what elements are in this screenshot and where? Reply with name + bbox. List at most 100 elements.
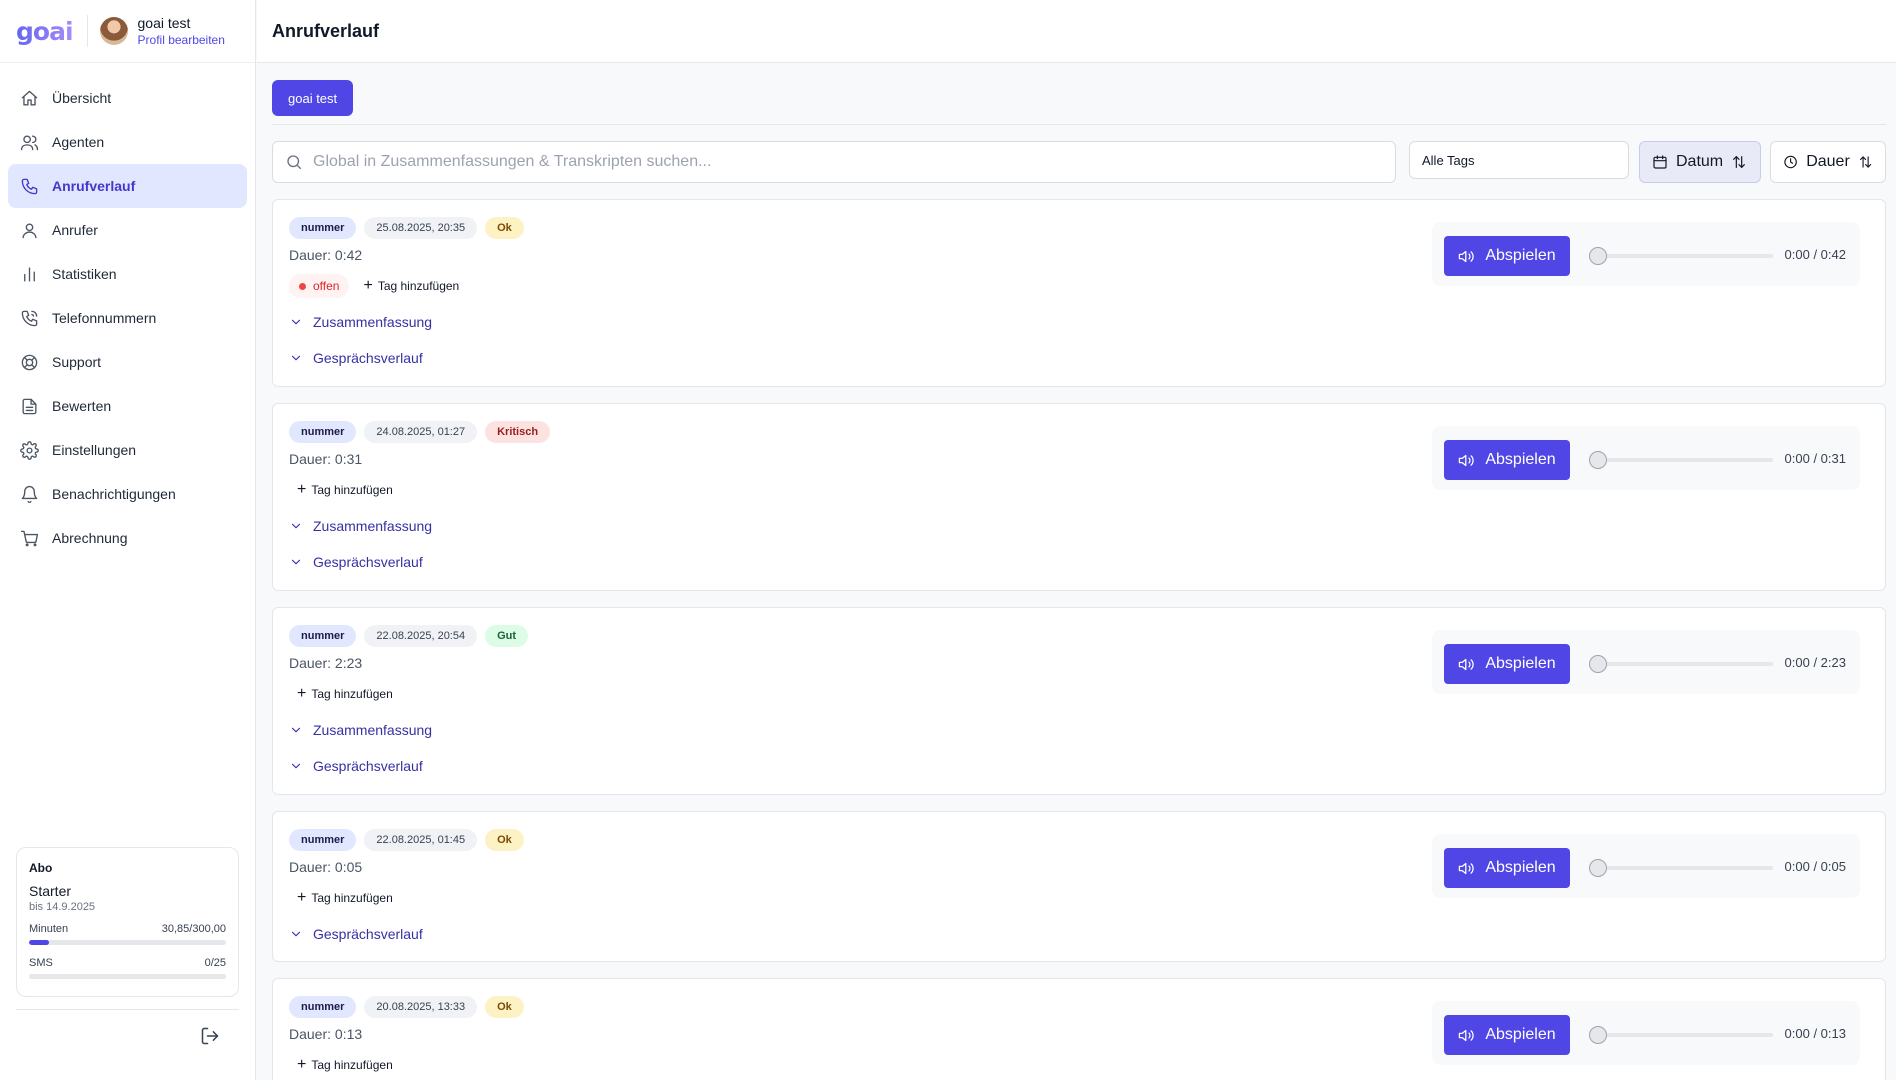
search-icon bbox=[287, 155, 302, 170]
sidebar-item-uebersicht[interactable]: Übersicht bbox=[8, 76, 247, 120]
summary-toggle[interactable]: Zusammenfassung bbox=[289, 722, 432, 738]
play-label: Abspielen bbox=[1485, 1026, 1556, 1043]
add-tag-button[interactable]: + Tag hinzufügen bbox=[289, 1053, 401, 1077]
quality-badge: Gut bbox=[485, 625, 529, 647]
edit-profile-link[interactable]: Profil bearbeiten bbox=[138, 33, 225, 47]
sidebar-item-label: Benachrichtigungen bbox=[52, 486, 176, 502]
sidebar-item-agenten[interactable]: Agenten bbox=[8, 120, 247, 164]
quality-badge: Ok bbox=[485, 217, 524, 239]
main-content: Anrufverlauf goai test Alle Tags Datum D… bbox=[257, 0, 1896, 1080]
add-tag-button[interactable]: + Tag hinzufügen bbox=[289, 682, 401, 706]
subscription-heading: Abo bbox=[29, 861, 53, 875]
status-tag-label: offen bbox=[313, 279, 340, 293]
calendar-icon bbox=[1653, 155, 1667, 169]
user-name: goai test bbox=[137, 15, 191, 31]
audio-seek-thumb[interactable] bbox=[1589, 1026, 1607, 1044]
play-button[interactable]: Abspielen bbox=[1444, 440, 1570, 480]
call-date-chip: 20.08.2025, 13:33 bbox=[364, 996, 478, 1018]
audio-seek-track[interactable] bbox=[1589, 866, 1773, 870]
sidebar-item-label: Statistiken bbox=[52, 266, 117, 282]
sidebar-item-abrechnung[interactable]: Abrechnung bbox=[8, 516, 247, 560]
transcript-label: Gesprächsverlauf bbox=[313, 926, 423, 942]
audio-seek-track[interactable] bbox=[1589, 254, 1773, 258]
audio-seek-thumb[interactable] bbox=[1589, 655, 1607, 673]
sidebar-item-anrufverlauf[interactable]: Anrufverlauf bbox=[8, 164, 247, 208]
audio-seek-track[interactable] bbox=[1589, 1033, 1773, 1037]
avatar[interactable] bbox=[99, 17, 128, 45]
audio-seek-thumb[interactable] bbox=[1589, 451, 1607, 469]
minutes-progress-fill bbox=[29, 940, 50, 945]
audio-seek-thumb[interactable] bbox=[1589, 859, 1607, 877]
call-duration: Dauer: 0:42 bbox=[289, 247, 363, 263]
caller-number-chip[interactable]: nummer bbox=[289, 421, 357, 443]
sidebar-item-anrufer[interactable]: Anrufer bbox=[8, 208, 247, 252]
logout-icon bbox=[201, 1027, 219, 1045]
transcript-toggle[interactable]: Gesprächsverlauf bbox=[289, 350, 423, 366]
caller-number-chip[interactable]: nummer bbox=[289, 829, 357, 851]
play-label: Abspielen bbox=[1485, 859, 1556, 876]
status-tag[interactable]: offen bbox=[289, 274, 350, 298]
tag-row: offen + Tag hinzufügen bbox=[289, 274, 467, 298]
users-icon bbox=[20, 134, 39, 150]
quality-badge: Ok bbox=[485, 996, 524, 1018]
sms-row: SMS 0/25 bbox=[29, 957, 226, 969]
sms-value: 0/25 bbox=[204, 957, 226, 969]
sidebar-nav: Übersicht Agenten Anrufverlauf Anrufer Stati… bbox=[0, 63, 255, 573]
user-info: goai test Profil bearbeiten bbox=[138, 15, 225, 47]
sidebar-item-label: Telefonnummern bbox=[52, 310, 157, 326]
sort-by-duration-button[interactable]: Dauer bbox=[1770, 141, 1886, 183]
audio-seek-track[interactable] bbox=[1589, 458, 1773, 462]
sms-label: SMS bbox=[29, 957, 53, 969]
caller-number-chip[interactable]: nummer bbox=[289, 217, 357, 239]
transcript-toggle[interactable]: Gesprächsverlauf bbox=[289, 926, 423, 942]
call-duration: Dauer: 0:31 bbox=[289, 451, 363, 467]
home-icon bbox=[21, 90, 38, 106]
summary-label: Zusammenfassung bbox=[313, 314, 433, 330]
subscription-card: Abo Starter bis 14.9.2025 Minuten 30,85/… bbox=[16, 847, 239, 997]
goai-logo[interactable]: goai bbox=[16, 17, 74, 46]
caller-number-chip[interactable]: nummer bbox=[289, 625, 357, 647]
transcript-toggle[interactable]: Gesprächsverlauf bbox=[289, 758, 423, 774]
summary-toggle[interactable]: Zusammenfassung bbox=[289, 314, 432, 330]
transcript-toggle[interactable]: Gesprächsverlauf bbox=[289, 554, 423, 570]
sidebar-item-label: Abrechnung bbox=[52, 530, 128, 546]
sidebar-item-bewerten[interactable]: Bewerten bbox=[8, 384, 247, 428]
audio-player: Abspielen 0:00 / 0:42 bbox=[1432, 222, 1860, 286]
play-label: Abspielen bbox=[1485, 451, 1556, 468]
audio-seek-track[interactable] bbox=[1589, 662, 1773, 666]
sidebar-item-telefonnummern[interactable]: Telefonnummern bbox=[8, 296, 247, 340]
play-button[interactable]: Abspielen bbox=[1444, 1015, 1570, 1055]
audio-player: Abspielen 0:00 / 0:05 bbox=[1432, 834, 1860, 898]
sort-by-date-button[interactable]: Datum bbox=[1639, 141, 1761, 183]
caller-number-chip[interactable]: nummer bbox=[289, 996, 357, 1018]
call-card: nummer 25.08.2025, 20:35 Ok Dauer: 0:42 offe… bbox=[272, 199, 1886, 387]
search-input[interactable] bbox=[313, 153, 1393, 171]
sidebar-item-benachrichtigungen[interactable]: Benachrichtigungen bbox=[8, 472, 247, 516]
play-button[interactable]: Abspielen bbox=[1444, 848, 1570, 888]
play-button[interactable]: Abspielen bbox=[1444, 644, 1570, 684]
call-chips: nummer 22.08.2025, 01:45 Ok bbox=[289, 829, 524, 851]
add-tag-button[interactable]: + Tag hinzufügen bbox=[289, 886, 401, 910]
add-tag-button[interactable]: + Tag hinzufügen bbox=[289, 478, 401, 502]
speaker-icon bbox=[1459, 1029, 1474, 1041]
call-chips: nummer 20.08.2025, 13:33 Ok bbox=[289, 996, 524, 1018]
bar-chart-icon bbox=[24, 266, 35, 282]
summary-toggle[interactable]: Zusammenfassung bbox=[289, 518, 432, 534]
audio-seek-thumb[interactable] bbox=[1589, 247, 1607, 265]
sidebar-item-support[interactable]: Support bbox=[8, 340, 247, 384]
page-title: Anrufverlauf bbox=[272, 20, 380, 41]
user-icon bbox=[22, 222, 37, 238]
tags-filter-select[interactable]: Alle Tags bbox=[1409, 141, 1629, 179]
agent-tab-goai-test[interactable]: goai test bbox=[272, 80, 354, 116]
add-tag-label: Tag hinzufügen bbox=[311, 483, 393, 497]
logout-button[interactable] bbox=[200, 1026, 224, 1050]
subscription-plan: Starter bbox=[29, 883, 72, 899]
play-button[interactable]: Abspielen bbox=[1444, 236, 1570, 276]
sidebar-item-statistiken[interactable]: Statistiken bbox=[8, 252, 247, 296]
call-duration: Dauer: 0:05 bbox=[289, 859, 363, 875]
tab-divider bbox=[272, 124, 1886, 125]
add-tag-button[interactable]: + Tag hinzufügen bbox=[355, 274, 467, 298]
sidebar-item-label: Anrufverlauf bbox=[52, 178, 136, 194]
audio-time: 0:00 / 0:42 bbox=[1784, 247, 1846, 262]
sidebar-item-einstellungen[interactable]: Einstellungen bbox=[8, 428, 247, 472]
